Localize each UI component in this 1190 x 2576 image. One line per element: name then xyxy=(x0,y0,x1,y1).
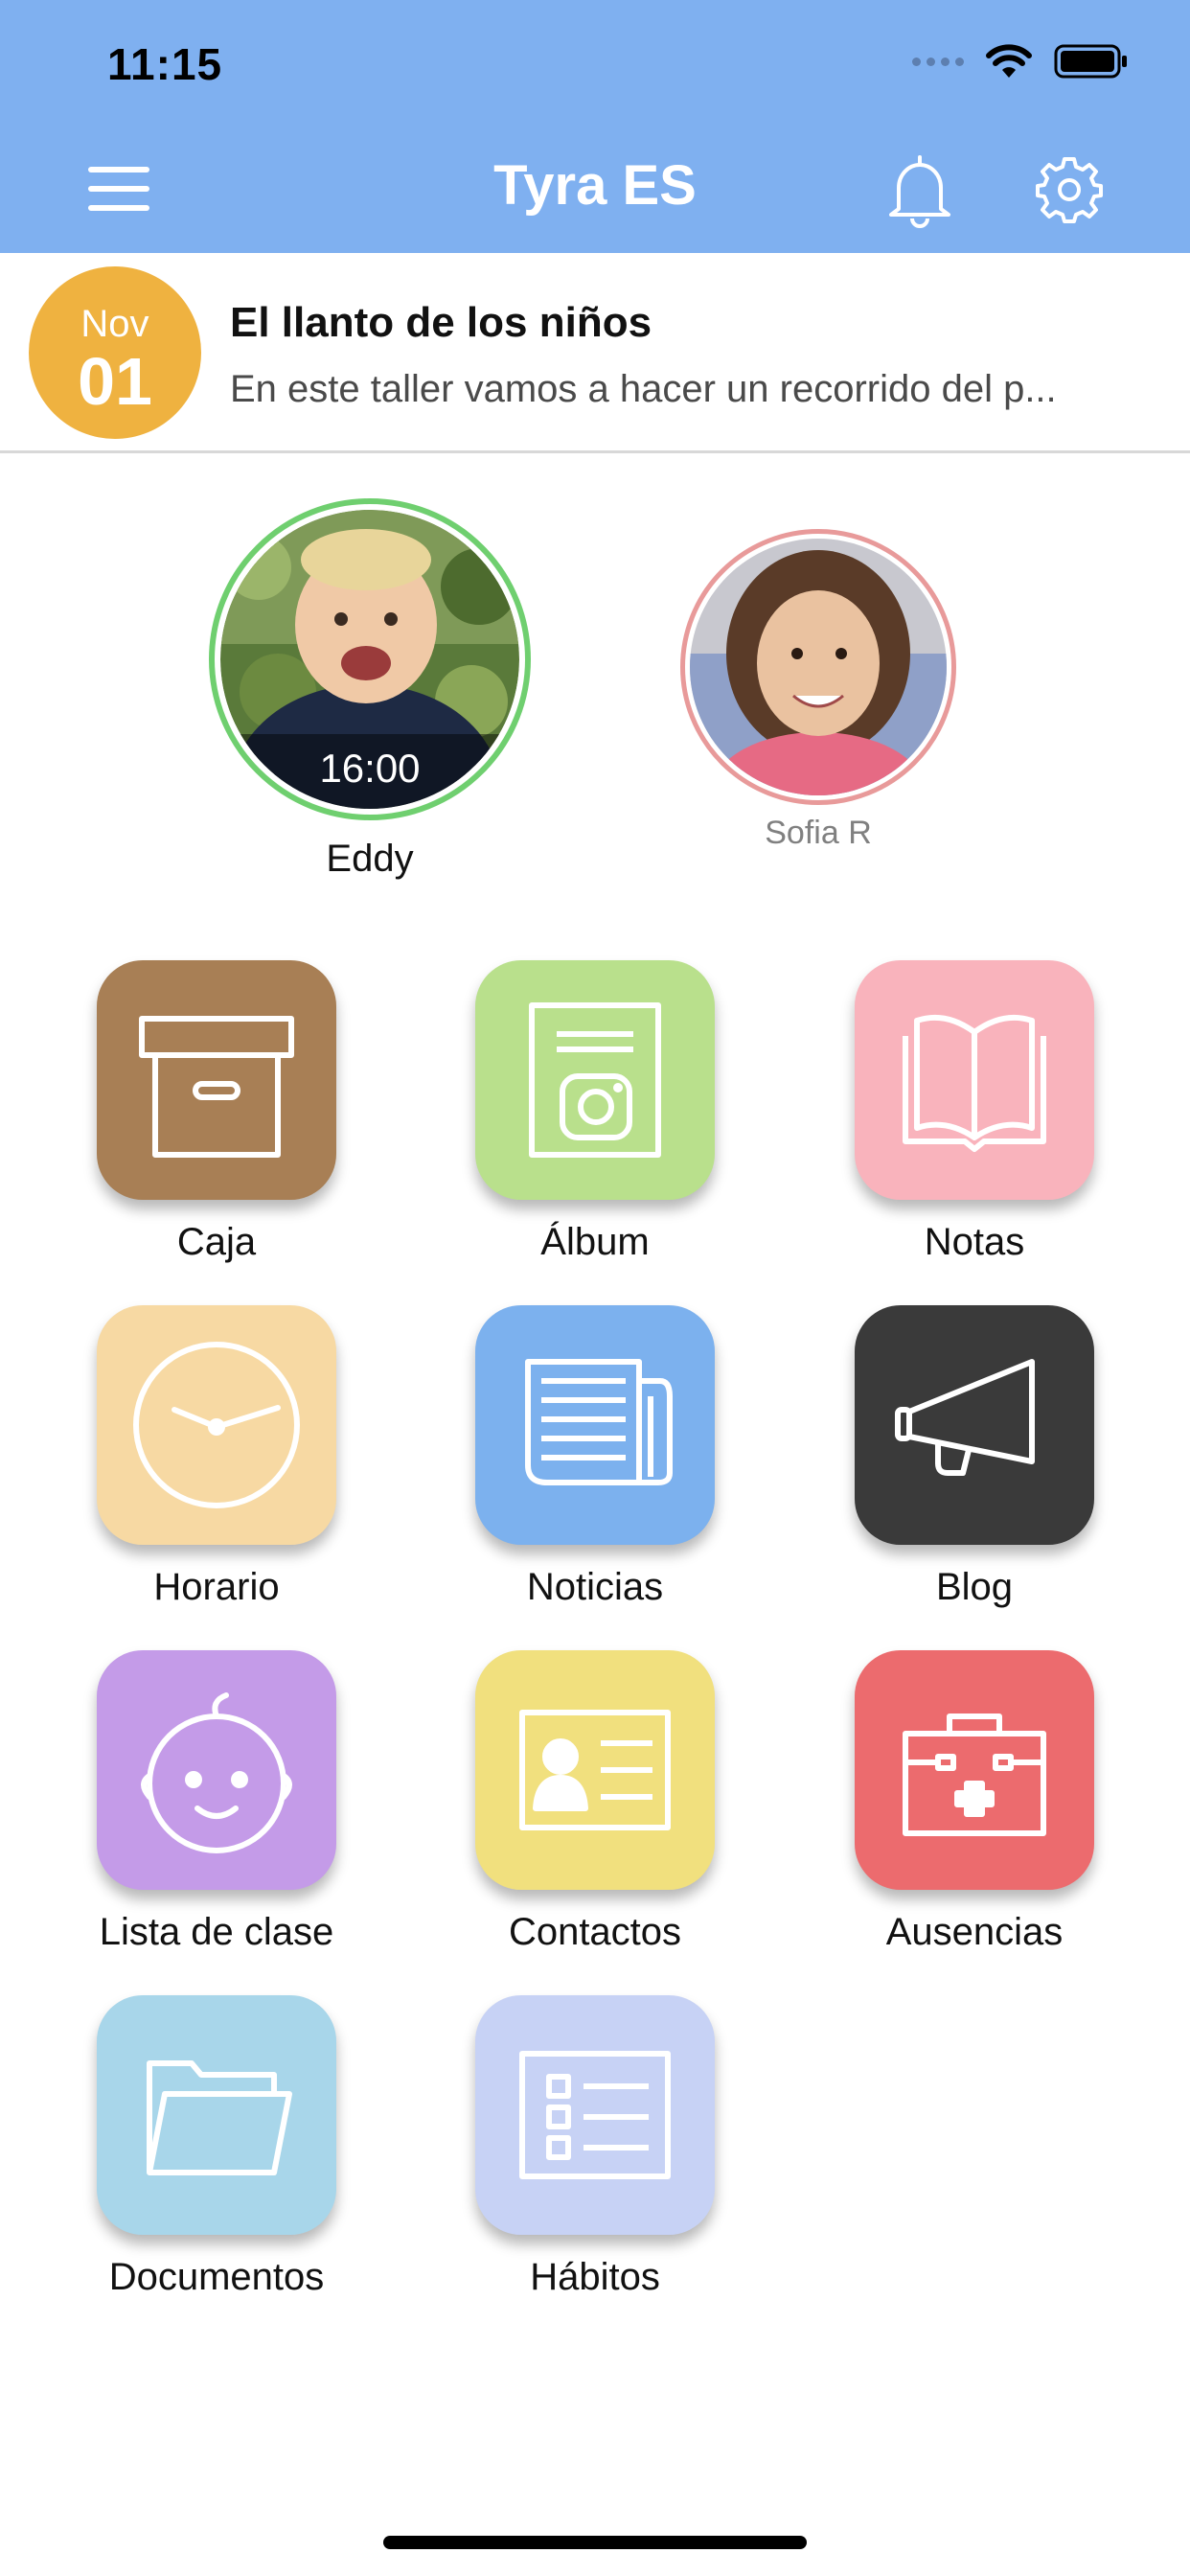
event-date-badge: Nov 01 xyxy=(29,266,201,439)
app-label: Horario xyxy=(153,1566,280,1608)
status-time: 11:15 xyxy=(107,39,223,89)
app-icon-documentos xyxy=(97,1995,336,2235)
baby-face-icon xyxy=(141,1692,292,1853)
app-contactos[interactable]: Contactos xyxy=(470,1650,720,1986)
child-avatar-ring: 16:00 xyxy=(209,498,531,820)
top-bar: 11:15 Tyra ES xyxy=(0,0,1190,253)
app-icon-horario xyxy=(97,1305,336,1545)
cellular-signal-icon xyxy=(912,57,964,66)
app-documentos[interactable]: Documentos xyxy=(92,1995,341,2331)
archive-box-icon xyxy=(139,1016,294,1158)
app-album[interactable]: Álbum xyxy=(470,960,720,1296)
app-icon-contactos xyxy=(475,1650,715,1890)
app-habitos[interactable]: Hábitos xyxy=(470,1995,720,2331)
checklist-icon xyxy=(519,2051,671,2179)
newspaper-icon xyxy=(525,1359,673,1485)
app-label: Contactos xyxy=(508,1911,682,1953)
photo-album-icon xyxy=(529,1002,661,1158)
event-banner[interactable]: Nov 01 El llanto de los niños En este ta… xyxy=(0,253,1190,453)
app-icon-lista-de-clase xyxy=(97,1650,336,1890)
home-indicator[interactable] xyxy=(383,2536,807,2549)
app-icon-noticias xyxy=(475,1305,715,1545)
app-ausencias[interactable]: Ausencias xyxy=(850,1650,1099,1986)
app-label: Caja xyxy=(176,1221,257,1263)
app-label: Hábitos xyxy=(530,2256,660,2298)
child-name: Eddy xyxy=(326,838,414,880)
event-title: El llanto de los niños xyxy=(230,299,652,346)
event-day: 01 xyxy=(78,344,152,419)
app-label: Notas xyxy=(924,1221,1025,1263)
app-label: Lista de clase xyxy=(99,1911,334,1953)
app-label: Álbum xyxy=(540,1221,650,1263)
app-icon-ausencias xyxy=(855,1650,1094,1890)
child-avatar xyxy=(690,539,947,795)
wifi-icon xyxy=(986,44,1032,78)
event-description: En este taller vamos a hacer un recorrid… xyxy=(230,368,1057,410)
app-caja[interactable]: Caja xyxy=(92,960,341,1296)
child-sofia-r[interactable]: Sofia R xyxy=(680,529,956,861)
app-label: Blog xyxy=(935,1566,1014,1608)
settings-gear-icon[interactable] xyxy=(1033,153,1106,226)
child-name: Sofia R xyxy=(765,815,872,851)
app-icon-caja xyxy=(97,960,336,1200)
app-horario[interactable]: Horario xyxy=(92,1305,341,1641)
pickup-time: 16:00 xyxy=(220,734,519,809)
event-month: Nov xyxy=(80,303,149,345)
first-aid-kit-icon xyxy=(903,1714,1046,1836)
app-icon-habitos xyxy=(475,1995,715,2235)
app-title: Tyra ES xyxy=(493,154,697,217)
child-eddy[interactable]: 16:00 Eddy xyxy=(209,498,531,887)
battery-icon xyxy=(1054,44,1127,79)
app-lista-de-clase[interactable]: Lista de clase xyxy=(92,1650,341,1986)
open-book-icon xyxy=(903,1014,1046,1152)
app-icon-blog xyxy=(855,1305,1094,1545)
app-icon-notas xyxy=(855,960,1094,1200)
notifications-bell-icon[interactable] xyxy=(883,151,956,228)
folder-icon xyxy=(147,2060,292,2175)
app-notas[interactable]: Notas xyxy=(850,960,1099,1296)
app-label: Noticias xyxy=(526,1566,664,1608)
megaphone-icon xyxy=(895,1359,1035,1476)
app-icon-album xyxy=(475,960,715,1200)
app-label: Documentos xyxy=(108,2256,325,2298)
contact-card-icon xyxy=(519,1710,671,1830)
clock-icon xyxy=(133,1342,300,1508)
app-label: Ausencias xyxy=(885,1911,1064,1953)
app-noticias[interactable]: Noticias xyxy=(470,1305,720,1641)
app-blog[interactable]: Blog xyxy=(850,1305,1099,1641)
child-avatar-ring xyxy=(680,529,956,805)
status-indicators xyxy=(912,42,1129,80)
